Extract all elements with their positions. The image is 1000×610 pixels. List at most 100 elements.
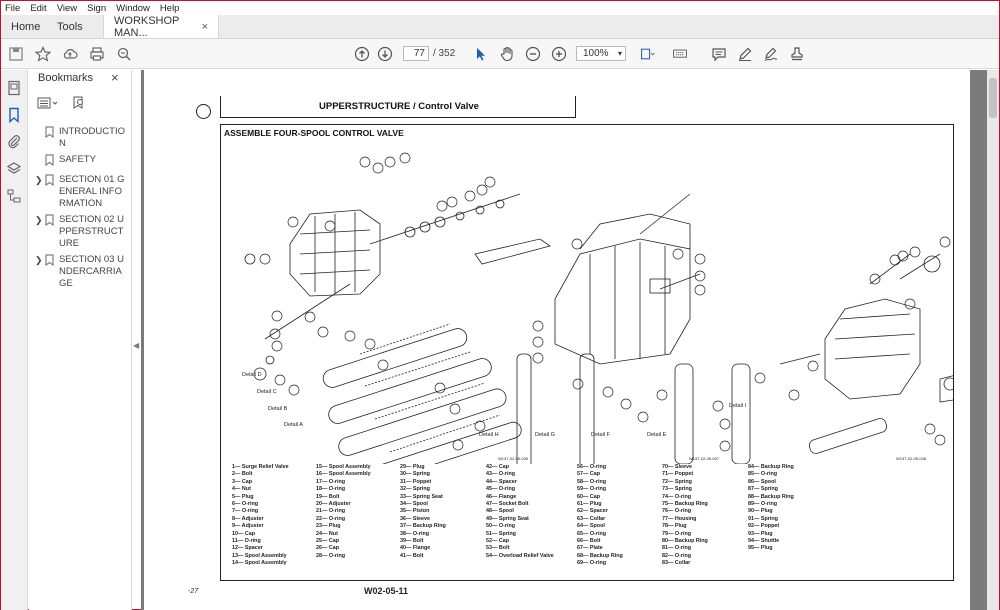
legend-item: 82— O-ring: [662, 552, 692, 559]
bookmarks-icon[interactable]: [6, 107, 22, 124]
toolbar: 77 / 352 100% ▾: [1, 39, 999, 69]
legend-item: 44— Spacer: [486, 478, 517, 485]
document-viewport[interactable]: UPPERSTRUCTURE / Control Valve ASSEMBLE …: [141, 70, 999, 610]
menu-sign[interactable]: Sign: [87, 3, 106, 14]
tab-bar: Home Tools WORKSHOP MAN... ×: [1, 15, 999, 39]
menu-view[interactable]: View: [57, 3, 77, 14]
legend-item: 3— Cap: [232, 478, 253, 485]
zoom-search-icon[interactable]: [115, 45, 133, 63]
detail-c-label: Detail C: [257, 389, 277, 395]
legend-item: 83— Collar: [662, 560, 691, 567]
keyboard-icon[interactable]: [670, 45, 690, 63]
menu-window[interactable]: Window: [116, 3, 150, 14]
hand-tool-icon[interactable]: [498, 45, 516, 63]
scrollbar-thumb[interactable]: [989, 78, 997, 118]
tab-tools[interactable]: Tools: [47, 15, 103, 38]
legend-column-3: 29— Plug 30— Spring 31— Poppet 32— Sprin…: [400, 464, 482, 560]
legend-item: 33— Spring Seat: [400, 493, 443, 500]
exploded-view-diagram: [244, 152, 954, 464]
next-page-icon[interactable]: [376, 45, 394, 63]
stamp-sign-icon[interactable]: [788, 45, 806, 63]
legend-item: 16— Spool Assembly: [316, 471, 371, 478]
page-total: / 352: [433, 48, 456, 59]
page-thumbnails-icon[interactable]: [6, 80, 22, 96]
print-icon[interactable]: [88, 45, 106, 63]
legend-item: 24— Nut: [316, 530, 338, 537]
legend-item: 26— Cap: [316, 545, 340, 552]
legend-item: 42— Cap: [486, 464, 510, 470]
legend-item: 56— O-ring: [577, 464, 607, 470]
tab-document-label: WORKSHOP MAN...: [114, 14, 180, 39]
binder-hole-mark: [196, 104, 211, 119]
bookmark-item-section-02[interactable]: ❯ SECTION 02 UPPERSTRUCTURE: [35, 214, 131, 250]
legend-item: 86— Spool: [748, 478, 776, 485]
previous-page-icon[interactable]: [353, 45, 371, 63]
comment-icon[interactable]: [710, 45, 728, 63]
highlight-pen-icon[interactable]: [736, 45, 754, 63]
menu-file[interactable]: File: [5, 3, 20, 14]
pdf-page: UPPERSTRUCTURE / Control Valve ASSEMBLE …: [144, 70, 970, 610]
tab-home[interactable]: Home: [1, 15, 47, 38]
draw-sign-icon[interactable]: [762, 45, 780, 63]
chevron-right-icon[interactable]: ❯: [35, 254, 45, 290]
menu-edit[interactable]: Edit: [30, 3, 46, 14]
vertical-scrollbar[interactable]: [987, 70, 999, 610]
structure-icon[interactable]: [6, 188, 22, 204]
collapse-panel-icon[interactable]: ◀: [133, 341, 139, 350]
legend-item: 7— O-ring: [232, 508, 259, 515]
legend-item: 25— Cap: [316, 538, 340, 545]
legend-item: 30— Spring: [400, 471, 430, 478]
close-panel-icon[interactable]: ×: [111, 70, 119, 85]
bookmark-star-icon[interactable]: [34, 45, 52, 63]
select-cursor-icon[interactable]: [472, 45, 490, 63]
legend-item: 15— Spool Assembly: [316, 464, 371, 470]
legend-item: 28— O-ring: [316, 552, 346, 559]
detail-e-label: Detail E: [647, 432, 667, 438]
legend-column-5: 56— O-ring 57— Cap 58— O-ring 59— O-ring…: [577, 464, 659, 568]
legend-item: 20— Adjuster: [316, 501, 351, 508]
legend-item: 58— O-ring: [577, 478, 607, 485]
attachments-icon[interactable]: [6, 134, 22, 150]
find-bookmark-icon[interactable]: [73, 96, 85, 112]
bookmark-item-section-03[interactable]: ❯ SECTION 03 UNDERCARRIAGE: [35, 254, 131, 290]
bookmarks-panel: Bookmarks × INTRODUCTION SAFETY ❯ SECTIO…: [29, 70, 132, 610]
legend-item: 84— Backup Ring: [748, 464, 794, 470]
layers-icon[interactable]: [6, 161, 22, 177]
zoom-in-icon[interactable]: [550, 45, 568, 63]
legend-column-2: 15— Spool Assembly 16— Spool Assembly 17…: [316, 464, 398, 560]
zoom-level-select[interactable]: 100% ▾: [576, 46, 626, 61]
legend-item: 5— Plug: [232, 493, 254, 500]
zoom-level-value: 100%: [583, 48, 609, 59]
chevron-right-icon[interactable]: ❯: [35, 214, 45, 250]
legend-item: 53— Bolt: [486, 545, 510, 552]
legend-item: 17— O-ring: [316, 478, 346, 485]
page-number-input[interactable]: 77: [403, 46, 429, 61]
legend-item: 59— O-ring: [577, 486, 607, 493]
legend-item: 36— Sleeve: [400, 515, 430, 522]
legend-item: 22— O-ring: [316, 515, 346, 522]
legend-item: 40— Flange: [400, 545, 431, 552]
detail-i-label: Detail I: [729, 403, 747, 409]
bookmark-options-icon[interactable]: [37, 97, 59, 112]
legend-item: 34— Spool: [400, 501, 428, 508]
menu-bar: File Edit View Sign Window Help: [1, 1, 999, 15]
bookmark-item-introduction[interactable]: INTRODUCTION: [35, 126, 131, 150]
cloud-upload-icon[interactable]: [61, 45, 79, 63]
bookmark-label: SECTION 03 UNDERCARRIAGE: [59, 254, 124, 289]
page-fit-icon[interactable]: [637, 45, 659, 63]
bookmark-item-safety[interactable]: SAFETY: [35, 154, 131, 169]
chevron-right-icon[interactable]: ❯: [35, 174, 45, 210]
zoom-out-icon[interactable]: [524, 45, 542, 63]
tab-document[interactable]: WORKSHOP MAN... ×: [103, 14, 219, 39]
legend-item: 39— Bolt: [400, 538, 424, 545]
detail-d-label: Detail D: [242, 372, 262, 378]
legend-item: 62— Spacer: [577, 508, 608, 515]
save-icon[interactable]: [7, 45, 25, 63]
legend-item: 31— Poppet: [400, 478, 432, 485]
bookmark-item-section-01[interactable]: ❯ SECTION 01 GENERAL INFORMATION: [35, 174, 131, 210]
legend-item: 45— O-ring: [486, 486, 516, 493]
legend-item: 19— Bolt: [316, 493, 340, 500]
close-tab-icon[interactable]: ×: [202, 21, 208, 33]
menu-help[interactable]: Help: [160, 3, 180, 14]
legend-column-4: 42— Cap 43— O-ring 44— Spacer 45— O-ring…: [486, 464, 568, 560]
